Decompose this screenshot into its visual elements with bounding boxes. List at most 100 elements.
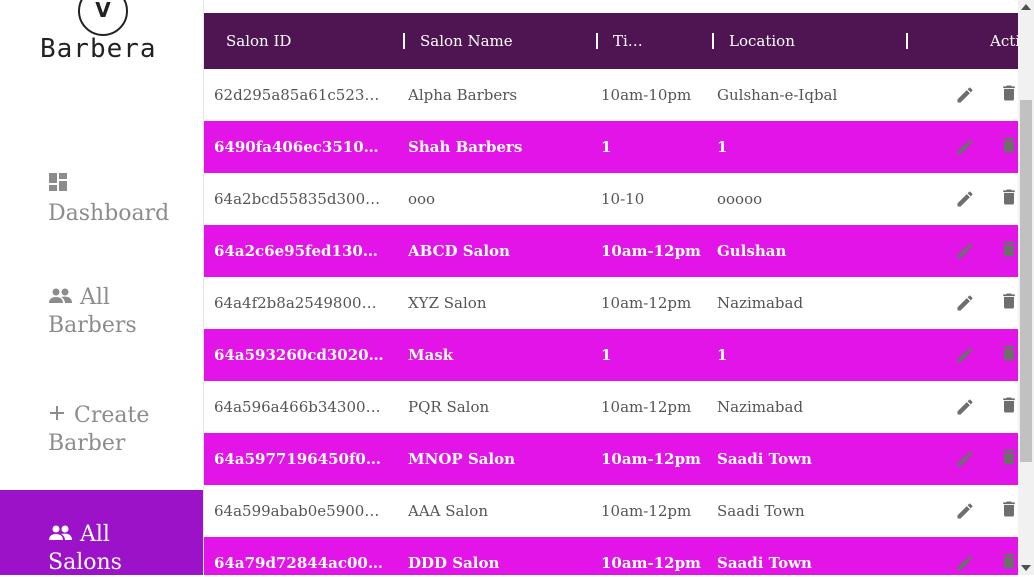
salon-id-cell: 64a5977196450f001dc…: [214, 450, 384, 468]
sidebar-item-label-line1: All: [80, 522, 110, 547]
sidebar-item-create-barber[interactable]: Create Barber: [0, 402, 203, 462]
salon-id-cell: 64a2bcd55835d3001dd…: [214, 190, 384, 208]
salon-id-cell: 64a596a466b34300334…: [214, 398, 384, 416]
column-header-location[interactable]: Location: [729, 13, 889, 69]
edit-pencil-icon[interactable]: [955, 553, 975, 573]
scroll-up-arrow-icon[interactable]: [1021, 4, 1031, 10]
logo-mark-letter: V: [95, 0, 111, 22]
sidebar-item-all-barbers[interactable]: All Barbers: [0, 284, 203, 344]
location-cell: Gulshan: [717, 242, 787, 260]
scroll-down-arrow-icon[interactable]: [1021, 565, 1031, 571]
salon-name-cell: AAA Salon: [408, 502, 488, 520]
sidebar-item-label-line1: Create: [74, 403, 150, 428]
dashboard-icon: [48, 172, 68, 200]
sidebar-item-label-line2: Salons: [48, 550, 122, 575]
delete-trash-icon[interactable]: [999, 135, 1018, 155]
location-cell: Saadi Town: [717, 450, 812, 468]
timing-cell: 10am-12pm: [601, 502, 692, 520]
edit-pencil-icon[interactable]: [955, 189, 975, 209]
salons-table: Salon ID Salon Name Ti… Location Acti 62…: [204, 0, 1018, 575]
timing-cell: 10am-12pm: [601, 242, 701, 260]
delete-trash-icon[interactable]: [999, 499, 1018, 519]
timing-cell: 10am-12pm: [601, 398, 692, 416]
logo-text: Barbera: [40, 34, 157, 64]
edit-pencil-icon[interactable]: [955, 449, 975, 469]
table-row[interactable]: 64a2bcd55835d3001dd… ooo 10-10 ooooo: [204, 173, 1018, 225]
delete-trash-icon[interactable]: [999, 395, 1018, 415]
salon-name-cell: ooo: [408, 190, 436, 208]
salon-id-cell: 64a599abab0e59001d6…: [214, 502, 384, 520]
salon-name-cell: Mask: [408, 346, 454, 364]
table-row[interactable]: 6490fa406ec351001c41… Shah Barbers 1 1: [204, 121, 1018, 173]
salon-name-cell: ABCD Salon: [408, 242, 510, 260]
sidebar-item-all-salons[interactable]: All Salons: [0, 490, 203, 575]
delete-trash-icon[interactable]: [999, 291, 1018, 311]
edit-pencil-icon[interactable]: [955, 397, 975, 417]
logo-emblem: V: [78, 0, 128, 36]
timing-cell: 10am-12pm: [601, 294, 692, 312]
salon-id-cell: 64a79d72844ac00031a…: [214, 554, 384, 572]
salon-id-cell: 62d295a85a61c523c04…: [214, 86, 384, 104]
plus-icon: [48, 402, 66, 430]
column-header-salon-id[interactable]: Salon ID: [226, 13, 386, 69]
scrollbar-thumb[interactable]: [1020, 100, 1032, 462]
timing-cell: 10am-12pm: [601, 554, 701, 572]
edit-pencil-icon[interactable]: [955, 241, 975, 261]
delete-trash-icon[interactable]: [999, 187, 1018, 207]
sidebar-item-label: Dashboard: [48, 201, 170, 226]
table-row[interactable]: 62d295a85a61c523c04… Alpha Barbers 10am-10…: [204, 69, 1018, 121]
sidebar: V Barbera Dashboard All Barbers Create B…: [0, 0, 204, 575]
column-separator[interactable]: [403, 33, 405, 49]
timing-cell: 10-10: [601, 190, 645, 208]
salon-name-cell: DDD Salon: [408, 554, 500, 572]
edit-pencil-icon[interactable]: [955, 137, 975, 157]
sidebar-item-label-line1: All: [80, 285, 110, 310]
timing-cell: 10am-12pm: [601, 450, 701, 468]
column-separator[interactable]: [596, 33, 598, 49]
delete-trash-icon[interactable]: [999, 83, 1018, 103]
delete-trash-icon[interactable]: [999, 447, 1018, 467]
location-cell: 1: [717, 346, 728, 364]
table-row[interactable]: 64a4f2b8a25498001cb… XYZ Salon 10am-12pm Na…: [204, 277, 1018, 329]
sidebar-item-label-line2: Barber: [48, 431, 126, 456]
salon-name-cell: MNOP Salon: [408, 450, 516, 468]
location-cell: Nazimabad: [717, 398, 804, 416]
salon-name-cell: Alpha Barbers: [408, 86, 518, 104]
location-cell: Saadi Town: [717, 502, 805, 520]
salon-name-cell: PQR Salon: [408, 398, 490, 416]
edit-pencil-icon[interactable]: [955, 293, 975, 313]
timing-cell: 1: [601, 138, 612, 156]
delete-trash-icon[interactable]: [999, 343, 1018, 363]
salon-id-cell: 64a4f2b8a25498001cb…: [214, 294, 384, 312]
location-cell: Saadi Town: [717, 554, 812, 572]
table-row[interactable]: 64a5977196450f001dc… MNOP Salon 10am-12pm S…: [204, 433, 1018, 485]
table-row[interactable]: 64a2c6e95fed1300337c… ABCD Salon 10am-12pm…: [204, 225, 1018, 277]
location-cell: Nazimabad: [717, 294, 804, 312]
location-cell: ooooo: [717, 190, 763, 208]
table-row[interactable]: 64a79d72844ac00031a… DDD Salon 10am-12pm Sa…: [204, 537, 1018, 575]
column-separator[interactable]: [712, 33, 714, 49]
salon-id-cell: 64a593260cd302001dc…: [214, 346, 384, 364]
edit-pencil-icon[interactable]: [955, 345, 975, 365]
edit-pencil-icon[interactable]: [955, 85, 975, 105]
column-header-timing[interactable]: Ti…: [613, 13, 703, 69]
table-row[interactable]: 64a593260cd302001dc… Mask 1 1: [204, 329, 1018, 381]
sidebar-item-dashboard[interactable]: Dashboard: [0, 168, 203, 228]
people-icon: [48, 521, 72, 549]
column-separator[interactable]: [906, 33, 908, 49]
table-header: Salon ID Salon Name Ti… Location Acti: [204, 13, 1018, 69]
delete-trash-icon[interactable]: [999, 551, 1018, 571]
timing-cell: 1: [601, 346, 612, 364]
salon-id-cell: 6490fa406ec351001c41…: [214, 138, 384, 156]
edit-pencil-icon[interactable]: [955, 501, 975, 521]
column-header-actions: Acti: [990, 32, 1018, 50]
table-row[interactable]: 64a596a466b34300334… PQR Salon 10am-12pm Na…: [204, 381, 1018, 433]
location-cell: 1: [717, 138, 728, 156]
delete-trash-icon[interactable]: [999, 239, 1018, 259]
table-row[interactable]: 64a599abab0e59001d6… AAA Salon 10am-12pm Sa…: [204, 485, 1018, 537]
vertical-scrollbar[interactable]: [1018, 0, 1034, 575]
table-top-strip: [204, 0, 1018, 13]
brand-logo[interactable]: V Barbera: [38, 0, 168, 64]
salon-id-cell: 64a2c6e95fed1300337c…: [214, 242, 384, 260]
column-header-salon-name[interactable]: Salon Name: [420, 13, 580, 69]
